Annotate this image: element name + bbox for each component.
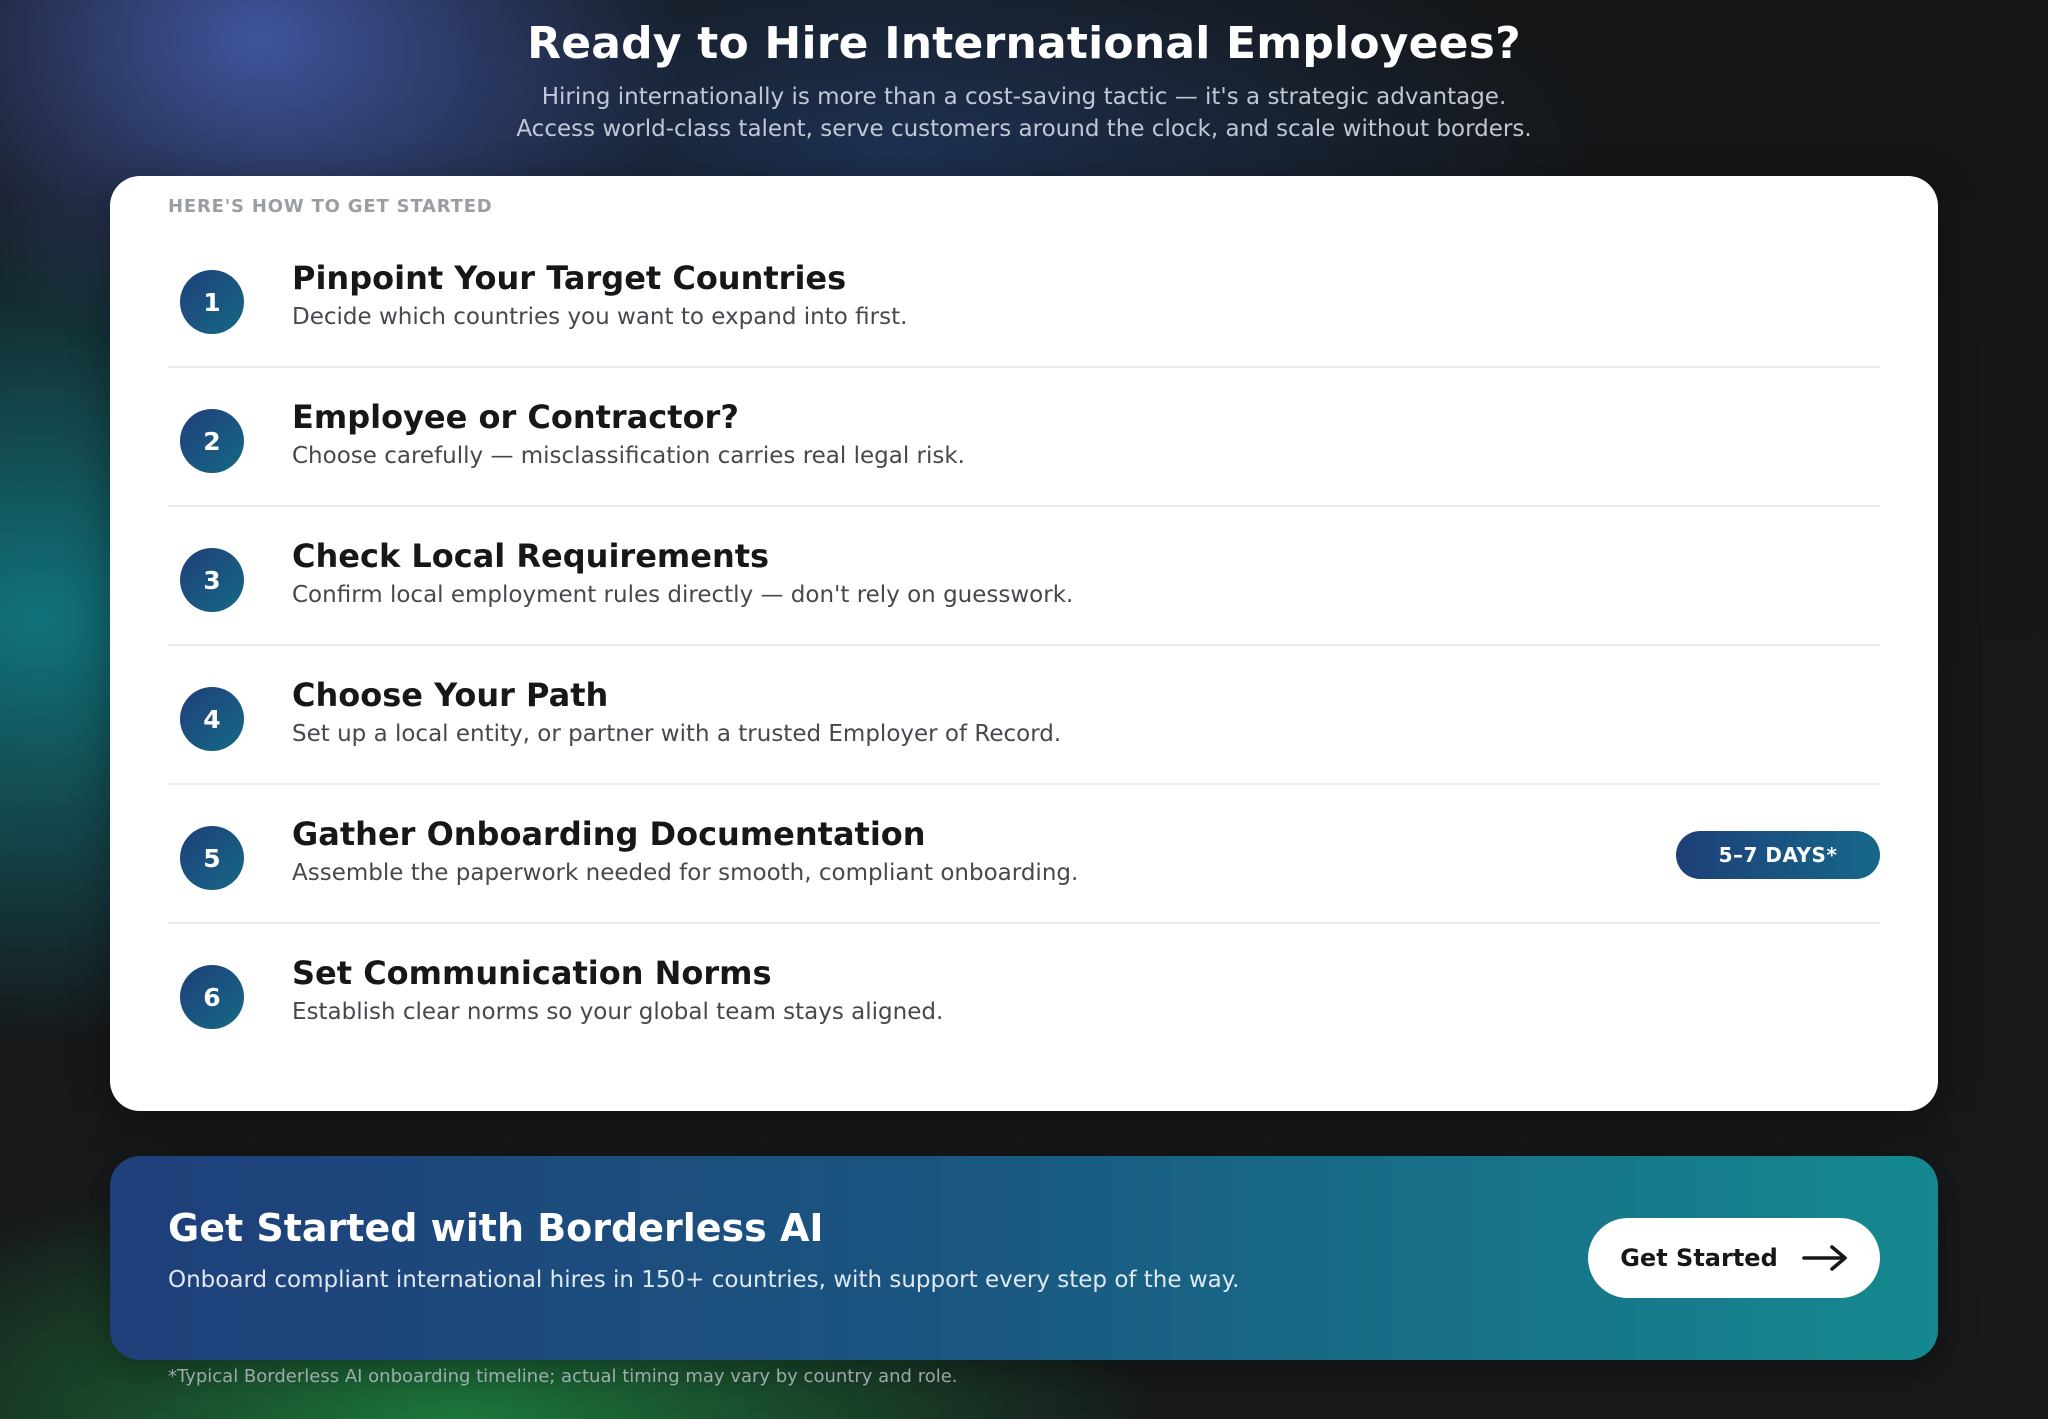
hero-subtitle-line-1: Hiring internationally is more than a co… [541, 84, 1507, 110]
step-description: Decide which countries you want to expan… [292, 304, 908, 330]
step-item: 1 Pinpoint Your Target Countries Decide … [168, 229, 1880, 368]
cta-subtitle: Onboard compliant international hires in… [168, 1267, 1240, 1293]
step-description: Choose carefully — misclassification car… [292, 443, 965, 469]
get-started-button[interactable]: Get Started [1588, 1218, 1880, 1298]
step-item: 4 Choose Your Path Set up a local entity… [168, 646, 1880, 785]
step-description: Confirm local employment rules directly … [292, 582, 1074, 608]
step-item: 6 Set Communication Norms Establish clea… [168, 924, 1880, 1063]
steps-list: 1 Pinpoint Your Target Countries Decide … [168, 229, 1880, 1063]
step-description: Set up a local entity, or partner with a… [292, 721, 1062, 747]
steps-eyebrow: HERE'S HOW TO GET STARTED [168, 196, 493, 217]
step-title: Choose Your Path [292, 676, 609, 714]
step-description: Assemble the paperwork needed for smooth… [292, 860, 1079, 886]
get-started-button-label: Get Started [1620, 1244, 1778, 1272]
cta-title: Get Started with Borderless AI [168, 1206, 824, 1250]
step-number-badge: 1 [180, 270, 244, 334]
step-title: Pinpoint Your Target Countries [292, 259, 847, 297]
step-title: Gather Onboarding Documentation [292, 815, 926, 853]
step-number-badge: 6 [180, 965, 244, 1029]
step-title: Check Local Requirements [292, 537, 770, 575]
step-title: Set Communication Norms [292, 954, 772, 992]
step-item: 2 Employee or Contractor? Choose careful… [168, 368, 1880, 507]
step-number-badge: 5 [180, 826, 244, 890]
step-number-badge: 2 [180, 409, 244, 473]
step-item: 5 Gather Onboarding Documentation Assemb… [168, 785, 1880, 924]
cta-banner: Get Started with Borderless AI Onboard c… [110, 1156, 1938, 1360]
timeline-badge: 5–7 DAYS* [1676, 831, 1880, 879]
footnote: *Typical Borderless AI onboarding timeli… [168, 1366, 958, 1387]
hero-subtitle-line-2: Access world-class talent, serve custome… [516, 116, 1532, 142]
step-item: 3 Check Local Requirements Confirm local… [168, 507, 1880, 646]
arrow-right-icon [1801, 1245, 1847, 1271]
step-description: Establish clear norms so your global tea… [292, 999, 944, 1025]
page-title: Ready to Hire International Employees? [527, 18, 1521, 69]
step-number-badge: 4 [180, 687, 244, 751]
step-number-badge: 3 [180, 548, 244, 612]
step-title: Employee or Contractor? [292, 398, 739, 436]
steps-card: HERE'S HOW TO GET STARTED 1 Pinpoint You… [110, 176, 1938, 1111]
